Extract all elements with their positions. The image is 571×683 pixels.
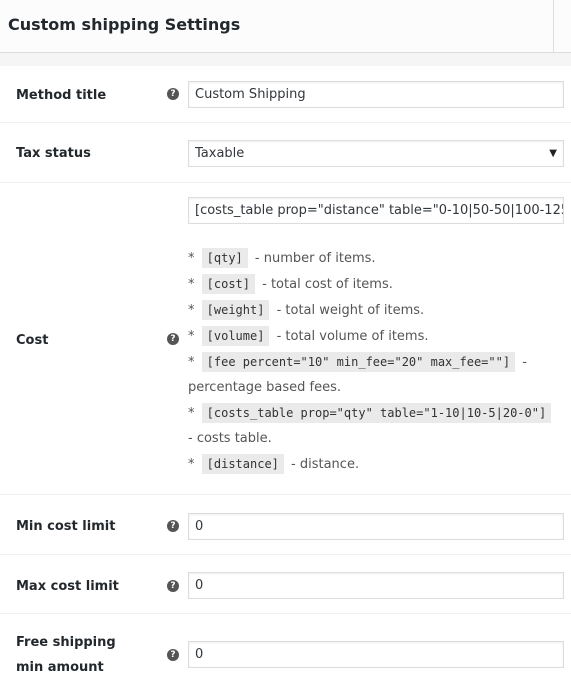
method-title-input[interactable]: Custom Shipping	[188, 81, 564, 108]
tax-status-select[interactable]: Taxable ▼	[188, 140, 564, 167]
help-desc: - total volume of items.	[276, 329, 429, 344]
help-line: * [costs_table prop="qty" table="1-10|10…	[188, 401, 563, 451]
shortcode: [distance]	[201, 454, 284, 474]
row-method-title: Method title ? Custom Shipping	[0, 66, 571, 123]
tax-status-label: Tax status	[16, 146, 91, 161]
help-line: * [volume] - total volume of items.	[188, 324, 563, 349]
help-line: * [qty] - number of items.	[188, 246, 563, 271]
cost-input[interactable]: [costs_table prop="distance" table="0-10…	[188, 197, 564, 224]
help-desc: - costs table.	[188, 431, 272, 446]
help-line: * [weight] - total weight of items.	[188, 298, 563, 323]
page-title: Custom shipping Settings	[8, 15, 241, 34]
help-desc: - total weight of items.	[276, 303, 425, 318]
row-min-cost: Min cost limit ? 0	[0, 495, 571, 555]
row-free-shipping: Free shipping min amount ? 0	[0, 614, 571, 683]
divider-strip	[0, 53, 571, 66]
help-icon[interactable]: ?	[167, 580, 179, 592]
row-max-cost: Max cost limit ? 0	[0, 555, 571, 614]
shortcode: [volume]	[201, 326, 270, 346]
shortcode: [qty]	[201, 248, 248, 268]
free-shipping-label: Free shipping min amount	[16, 635, 116, 675]
help-line: * [cost] - total cost of items.	[188, 272, 563, 297]
help-icon[interactable]: ?	[167, 88, 179, 100]
divider	[553, 0, 554, 52]
free-shipping-input[interactable]: 0	[188, 641, 564, 668]
shortcode: [cost]	[201, 274, 255, 294]
help-desc: - distance.	[291, 457, 360, 472]
help-desc: - total cost of items.	[262, 277, 393, 292]
cost-help-text: * [qty] - number of items. * [cost] - to…	[188, 246, 563, 478]
help-icon[interactable]: ?	[167, 520, 179, 532]
max-cost-input[interactable]: 0	[188, 572, 564, 599]
help-desc: - number of items.	[254, 251, 376, 266]
help-line: * [fee percent="10" min_fee="20" max_fee…	[188, 350, 563, 400]
method-title-label: Method title	[16, 88, 107, 103]
row-tax-status: Tax status Taxable ▼	[0, 123, 571, 183]
settings-header: Custom shipping Settings	[0, 0, 571, 53]
tax-status-value: Taxable	[195, 146, 245, 161]
max-cost-label: Max cost limit	[16, 579, 119, 594]
shortcode: [weight]	[201, 300, 270, 320]
help-icon[interactable]: ?	[167, 649, 179, 661]
help-icon[interactable]: ?	[167, 333, 179, 345]
caret-down-icon: ▼	[549, 148, 557, 159]
min-cost-input[interactable]: 0	[188, 513, 564, 540]
shortcode: [fee percent="10" min_fee="20" max_fee="…	[201, 352, 516, 372]
min-cost-label: Min cost limit	[16, 519, 116, 534]
help-line: * [distance] - distance.	[188, 452, 563, 477]
cost-label: Cost	[16, 333, 49, 348]
shortcode: [costs_table prop="qty" table="1-10|10-5…	[201, 403, 552, 423]
